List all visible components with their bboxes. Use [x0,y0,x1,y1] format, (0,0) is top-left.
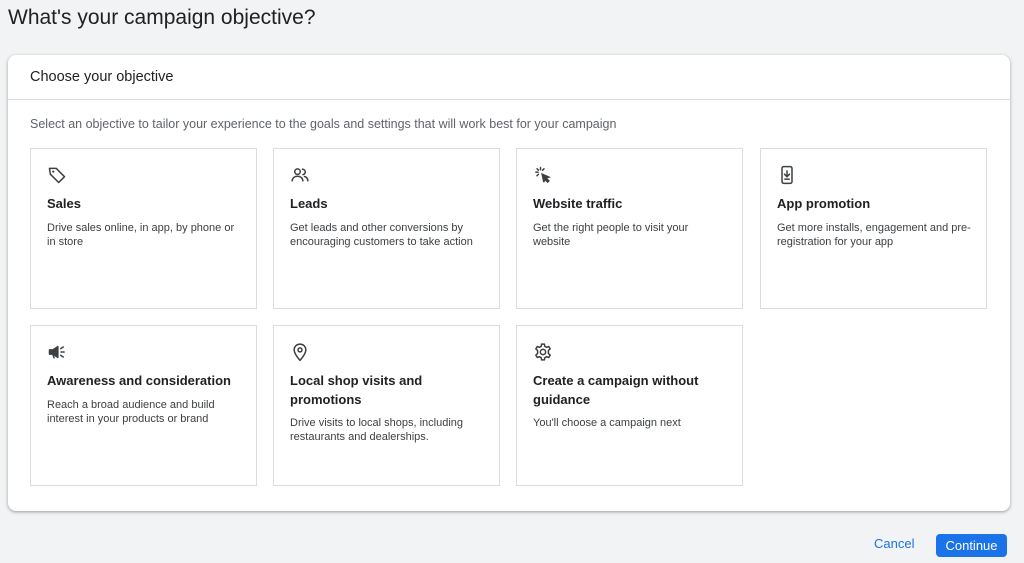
people-icon [290,165,310,185]
continue-button[interactable]: Continue [936,534,1007,557]
phone-download-icon [777,165,797,185]
objective-tile-no-guidance[interactable]: Create a campaign without guidance You'l… [516,325,743,486]
objective-title: Create a campaign without guidance [533,373,699,407]
objective-description: Drive visits to local shops, including r… [290,417,464,443]
panel-description: Select an objective to tailor your exper… [30,117,617,131]
megaphone-icon [47,342,67,362]
objective-title: Leads [290,196,328,211]
objective-title: Sales [47,196,81,211]
objective-title: App promotion [777,196,871,211]
objective-title: Local shop visits and promotions [290,373,423,407]
objective-tile-website-traffic[interactable]: Website traffic Get the right people to … [516,148,743,309]
objective-description: Drive sales online, in app, by phone or … [47,222,235,248]
cursor-click-icon [533,165,553,185]
tag-icon [47,165,67,185]
objective-panel: Choose your objective Select an objectiv… [8,55,1010,511]
objective-tile-awareness[interactable]: Awareness and consideration Reach a broa… [30,325,257,486]
panel-header: Choose your objective [8,55,1010,100]
objective-tile-leads[interactable]: Leads Get leads and other conversions by… [273,148,500,309]
objective-description: Get the right people to visit your websi… [533,222,689,248]
objective-description: Reach a broad audience and build interes… [47,399,215,425]
objective-description: Get leads and other conversions by encou… [290,222,473,248]
page-title: What's your campaign objective? [8,6,316,29]
objective-tile-sales[interactable]: Sales Drive sales online, in app, by pho… [30,148,257,309]
objective-tile-app-promotion[interactable]: App promotion Get more installs, engagem… [760,148,987,309]
objective-title: Awareness and consideration [47,373,231,388]
cancel-button[interactable]: Cancel [870,536,918,551]
objective-description: You'll choose a campaign next [533,417,681,429]
objective-description: Get more installs, engagement and pre-re… [777,222,971,248]
objective-tile-local-shop-visits[interactable]: Local shop visits and promotions Drive v… [273,325,500,486]
objective-title: Website traffic [533,196,623,211]
map-pin-icon [290,342,310,362]
gear-icon [533,342,553,362]
